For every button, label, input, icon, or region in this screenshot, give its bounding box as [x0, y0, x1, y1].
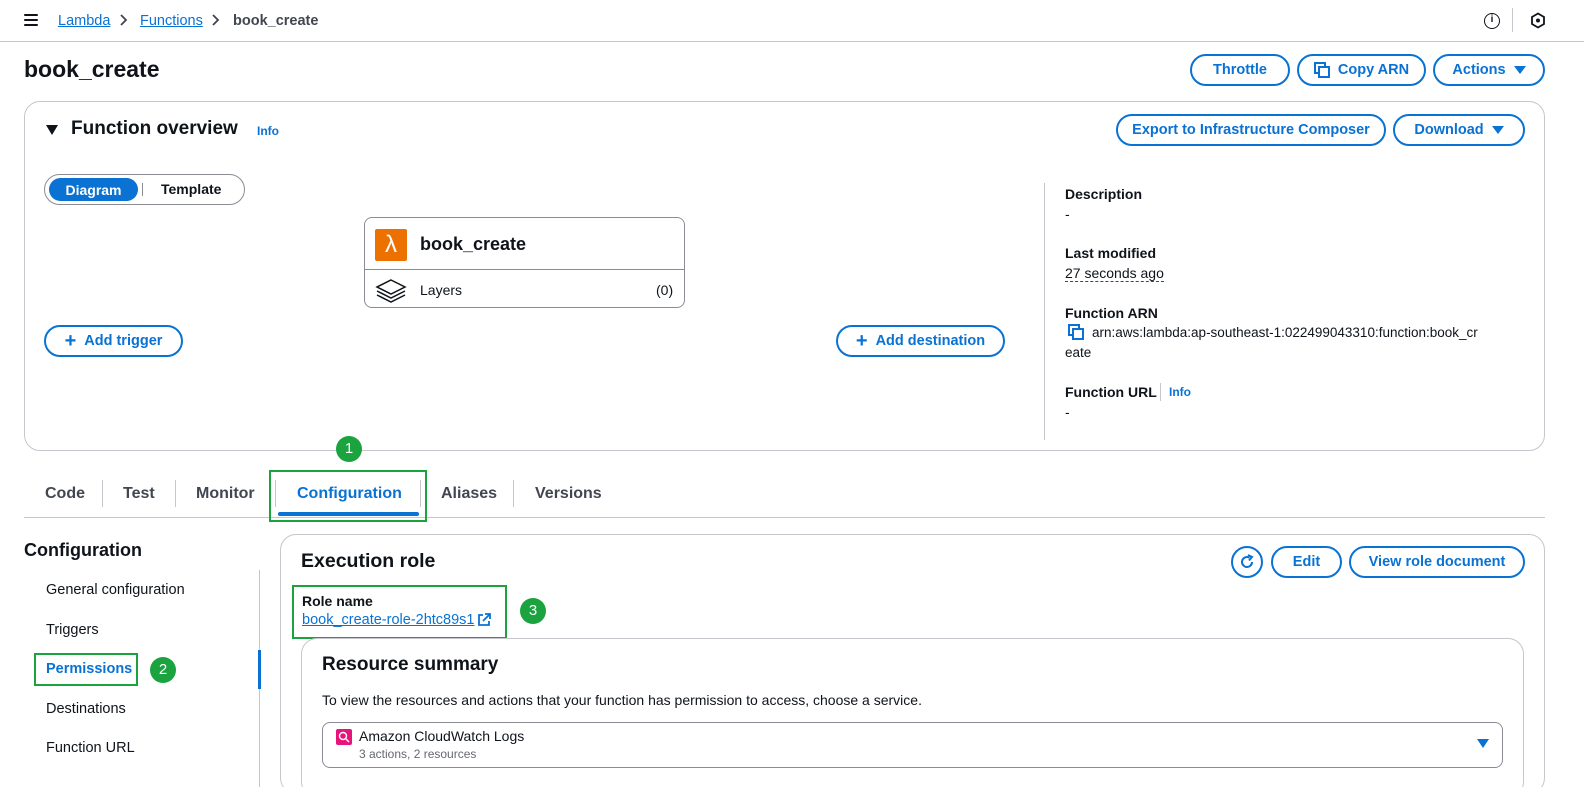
function-overview-title[interactable]: Function overview	[71, 118, 238, 140]
sidebar-item-general-configuration[interactable]: General configuration	[46, 582, 185, 598]
function-arn-label: Function ARN	[1065, 305, 1158, 321]
function-node-name: book_create	[420, 234, 527, 254]
page-title: book_create	[24, 56, 160, 82]
plus-icon: +	[64, 330, 77, 352]
selected-service-meta: 3 actions, 2 resources	[359, 747, 477, 761]
lambda-icon: λ	[375, 229, 407, 261]
tab-code[interactable]: Code	[45, 485, 85, 503]
plus-icon: +	[855, 330, 868, 352]
divider	[1160, 383, 1161, 401]
settings-hexagon-icon[interactable]	[1530, 12, 1546, 29]
add-destination-label: Add destination	[875, 333, 986, 349]
sidebar-title: Configuration	[24, 540, 142, 560]
copy-icon[interactable]	[1068, 324, 1084, 340]
add-trigger-button[interactable]: + Add trigger	[44, 325, 183, 357]
description-label: Description	[1065, 186, 1143, 202]
add-trigger-label: Add trigger	[84, 333, 163, 349]
selected-service-name: Amazon CloudWatch Logs	[359, 728, 525, 744]
breadcrumb-functions[interactable]: Functions	[140, 12, 203, 30]
last-modified-label: Last modified	[1065, 245, 1157, 261]
download-label: Download	[1414, 122, 1484, 138]
diagram-toggle[interactable]: Diagram	[49, 178, 138, 201]
edit-button[interactable]: Edit	[1271, 546, 1342, 578]
function-url-label: Function URL	[1065, 384, 1157, 400]
layers-label[interactable]: Layers	[420, 282, 462, 298]
menu-icon[interactable]	[24, 14, 38, 26]
function-node-header: λ book_create	[365, 218, 684, 270]
description-value: -	[1065, 206, 1070, 222]
refresh-button[interactable]	[1231, 546, 1263, 578]
actions-button[interactable]: Actions	[1433, 54, 1545, 86]
info-link[interactable]: Info	[257, 124, 279, 138]
function-arn-value-line1: arn:aws:lambda:ap-southeast-1:0224990433…	[1092, 325, 1478, 340]
divider	[513, 480, 514, 507]
copy-icon	[1313, 62, 1330, 78]
chevron-right-icon	[120, 14, 128, 26]
function-url-value: -	[1065, 404, 1070, 420]
breadcrumb-current: book_create	[233, 13, 319, 29]
download-button[interactable]: Download	[1393, 114, 1525, 146]
function-diagram-node[interactable]: λ book_create Layers (0)	[364, 217, 685, 308]
top-navigation-bar: Lambda Functions book_create i	[0, 0, 1584, 42]
tab-aliases[interactable]: Aliases	[441, 485, 497, 503]
annotation-highlight-role-name	[292, 585, 507, 639]
execution-role-title: Execution role	[301, 550, 436, 572]
export-infrastructure-composer-button[interactable]: Export to Infrastructure Composer	[1116, 114, 1386, 146]
tab-test[interactable]: Test	[123, 485, 155, 503]
sidebar-item-destinations[interactable]: Destinations	[46, 701, 126, 717]
divider	[1044, 183, 1045, 440]
edit-label: Edit	[1292, 554, 1321, 570]
divider	[102, 480, 103, 507]
caret-down-icon[interactable]	[45, 124, 59, 136]
caret-down-icon	[1477, 739, 1489, 748]
add-destination-button[interactable]: + Add destination	[836, 325, 1005, 357]
function-overview-panel	[24, 101, 1545, 451]
copy-arn-label: Copy ARN	[1337, 62, 1410, 78]
copy-arn-button[interactable]: Copy ARN	[1297, 54, 1426, 86]
tab-versions[interactable]: Versions	[535, 485, 602, 503]
sidebar-active-indicator	[258, 650, 261, 689]
layers-icon	[375, 279, 407, 303]
resource-summary-title: Resource summary	[322, 654, 499, 675]
annotation-badge-1: 1	[336, 436, 362, 462]
service-select[interactable]: Amazon CloudWatch Logs 3 actions, 2 reso…	[322, 722, 1503, 768]
function-arn-value-line2: eate	[1065, 345, 1092, 360]
sidebar-item-function-url[interactable]: Function URL	[46, 740, 135, 756]
view-toggle: Diagram Template	[44, 174, 245, 205]
throttle-button[interactable]: Throttle	[1190, 54, 1290, 86]
refresh-icon	[1241, 554, 1254, 568]
caret-down-icon	[1513, 66, 1526, 74]
divider	[175, 480, 176, 507]
actions-label: Actions	[1452, 62, 1506, 78]
view-role-document-button[interactable]: View role document	[1349, 546, 1525, 578]
divider	[142, 183, 143, 196]
breadcrumb-lambda[interactable]: Lambda	[58, 12, 110, 30]
tab-monitor[interactable]: Monitor	[196, 485, 255, 503]
template-toggle[interactable]: Template	[161, 181, 221, 197]
view-role-document-label: View role document	[1368, 554, 1506, 570]
info-icon[interactable]: i	[1484, 13, 1500, 29]
resource-summary-description: To view the resources and actions that y…	[322, 692, 922, 708]
annotation-badge-2: 2	[150, 657, 176, 683]
function-url-info-link[interactable]: Info	[1169, 385, 1191, 399]
tabs-baseline	[24, 517, 1545, 518]
caret-down-icon	[1491, 126, 1504, 134]
sidebar-item-triggers[interactable]: Triggers	[46, 622, 99, 638]
divider	[1512, 8, 1513, 32]
annotation-badge-3: 3	[520, 598, 546, 624]
export-label: Export to Infrastructure Composer	[1132, 122, 1370, 138]
cloudwatch-logs-icon	[336, 729, 352, 745]
chevron-right-icon	[212, 14, 220, 26]
last-modified-value[interactable]: 27 seconds ago	[1065, 265, 1164, 282]
throttle-label: Throttle	[1213, 62, 1267, 78]
layers-count: (0)	[656, 282, 674, 298]
annotation-highlight-permissions	[34, 653, 138, 686]
annotation-highlight-configuration-tab	[269, 470, 427, 522]
